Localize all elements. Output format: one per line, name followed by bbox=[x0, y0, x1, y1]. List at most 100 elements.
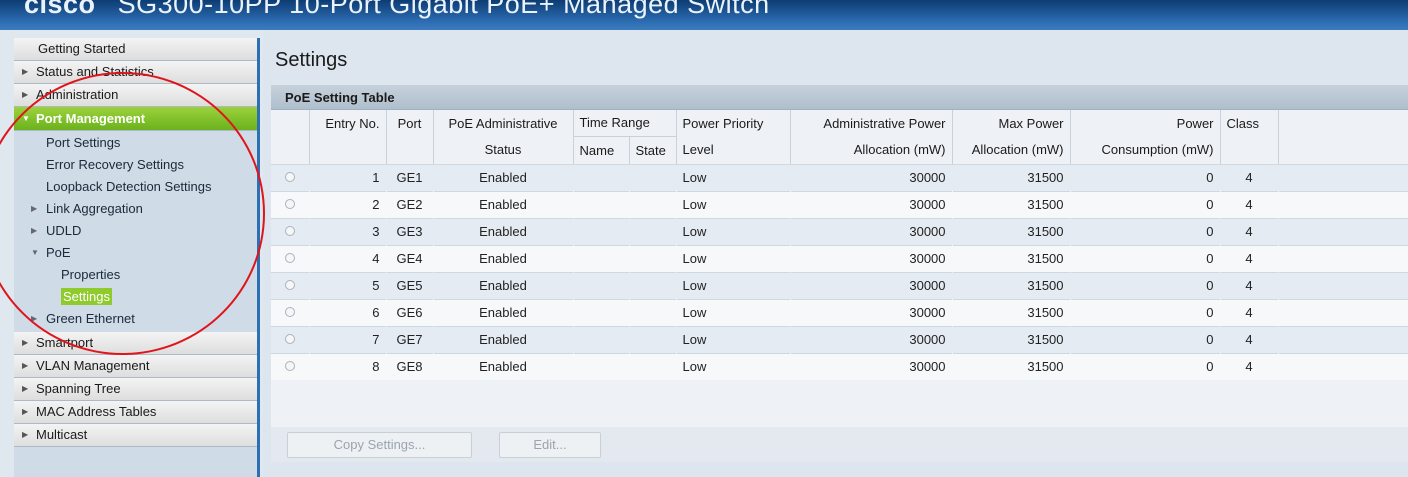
cell-max-power-allocation: 31500 bbox=[952, 353, 1071, 380]
cell-filler bbox=[1278, 299, 1408, 326]
cell-time-range-name bbox=[573, 353, 629, 380]
sidebar-item-multicast[interactable]: ▶ Multicast bbox=[14, 424, 257, 447]
sidebar-item-label: Multicast bbox=[36, 427, 88, 442]
cell-power-consumption: 0 bbox=[1070, 326, 1221, 353]
cell-admin-power-allocation: 30000 bbox=[790, 191, 953, 218]
copy-settings-button[interactable]: Copy Settings... bbox=[287, 432, 472, 458]
sidebar-item-getting-started[interactable]: Getting Started bbox=[14, 38, 257, 61]
cell-port: GE6 bbox=[386, 299, 433, 326]
row-select-radio[interactable] bbox=[284, 280, 295, 290]
row-select-cell bbox=[271, 272, 309, 299]
sidebar-item-label: VLAN Management bbox=[36, 358, 150, 373]
sidebar-item-label: Spanning Tree bbox=[36, 381, 121, 396]
row-select-radio[interactable] bbox=[284, 253, 295, 263]
cell-entry-no: 5 bbox=[309, 272, 386, 299]
cell-time-range-state bbox=[629, 326, 677, 353]
cell-port: GE1 bbox=[386, 164, 433, 191]
sidebar-item-udld[interactable]: ▶ UDLD bbox=[14, 220, 257, 242]
sidebar-item-error-recovery[interactable]: Error Recovery Settings bbox=[14, 154, 257, 176]
sidebar-item-port-settings[interactable]: Port Settings bbox=[14, 132, 257, 154]
sidebar-item-smartport[interactable]: ▶ Smartport bbox=[14, 332, 257, 355]
row-select-radio[interactable] bbox=[284, 361, 295, 372]
cell-entry-no: 3 bbox=[309, 218, 386, 245]
triangle-down-icon: ▼ bbox=[31, 248, 39, 257]
row-select-radio[interactable] bbox=[284, 226, 295, 236]
sidebar-item-status-statistics[interactable]: ▶ Status and Statistics bbox=[14, 61, 257, 84]
sidebar-item-administration[interactable]: ▶ Administration bbox=[14, 84, 257, 107]
cell-port: GE2 bbox=[386, 191, 433, 218]
filler-column bbox=[1278, 110, 1408, 164]
table-row[interactable]: 5 GE5 Enabled Low 30000 31500 0 4 bbox=[271, 272, 1408, 299]
row-select-cell bbox=[271, 299, 309, 326]
cell-filler bbox=[1278, 191, 1408, 218]
sidebar-item-mac-address-tables[interactable]: ▶ MAC Address Tables bbox=[14, 401, 257, 424]
cell-class: 4 bbox=[1220, 164, 1279, 191]
sidebar-item-vlan-management[interactable]: ▶ VLAN Management bbox=[14, 355, 257, 378]
triangle-right-icon: ▶ bbox=[31, 314, 38, 323]
cell-time-range-state bbox=[629, 191, 677, 218]
triangle-right-icon: ▶ bbox=[22, 430, 29, 439]
cell-time-range-state bbox=[629, 353, 677, 380]
cell-power-priority: Low bbox=[676, 353, 791, 380]
table-row[interactable]: 3 GE3 Enabled Low 30000 31500 0 4 bbox=[271, 218, 1408, 245]
sidebar-item-label: Link Aggregation bbox=[46, 201, 143, 216]
table-row[interactable]: 7 GE7 Enabled Low 30000 31500 0 4 bbox=[271, 326, 1408, 353]
cell-max-power-allocation: 31500 bbox=[952, 218, 1071, 245]
sidebar-item-poe-properties[interactable]: Properties bbox=[14, 264, 257, 286]
cell-time-range-state bbox=[629, 218, 677, 245]
cell-admin-power-allocation: 30000 bbox=[790, 326, 953, 353]
row-select-radio[interactable] bbox=[284, 307, 295, 317]
cell-filler bbox=[1278, 353, 1408, 380]
cell-poe-admin-status: Enabled bbox=[433, 299, 573, 326]
sidebar-item-green-ethernet[interactable]: ▶ Green Ethernet bbox=[14, 308, 257, 330]
sidebar-item-poe[interactable]: ▼ PoE bbox=[14, 242, 257, 264]
triangle-right-icon: ▶ bbox=[22, 384, 29, 393]
table-row[interactable]: 6 GE6 Enabled Low 30000 31500 0 4 bbox=[271, 299, 1408, 326]
row-select-cell bbox=[271, 218, 309, 245]
poe-setting-table-panel: PoE Setting Table Entry No. Port PoE Adm… bbox=[271, 85, 1408, 430]
col-time-range-state: State bbox=[629, 136, 677, 164]
col-power-priority: Power Priority bbox=[676, 110, 791, 136]
col-class-sub bbox=[1220, 136, 1279, 164]
row-select-cell bbox=[271, 164, 309, 191]
cell-power-priority: Low bbox=[676, 272, 791, 299]
row-select-cell bbox=[271, 353, 309, 380]
edit-button[interactable]: Edit... bbox=[499, 432, 601, 458]
col-entry-no-sub bbox=[309, 136, 387, 164]
cell-class: 4 bbox=[1220, 245, 1279, 272]
col-admin-power: Administrative Power bbox=[790, 110, 953, 136]
cell-entry-no: 8 bbox=[309, 353, 386, 380]
cell-power-consumption: 0 bbox=[1070, 245, 1221, 272]
triangle-right-icon: ▶ bbox=[22, 67, 29, 76]
row-select-radio[interactable] bbox=[284, 172, 295, 182]
cell-port: GE5 bbox=[386, 272, 433, 299]
col-poe-admin-status: PoE Administrative bbox=[433, 110, 574, 136]
table-row[interactable]: 8 GE8 Enabled Low 30000 31500 0 4 bbox=[271, 353, 1408, 380]
cell-entry-no: 1 bbox=[309, 164, 386, 191]
sidebar-item-label: Administration bbox=[36, 87, 119, 102]
table-row[interactable]: 2 GE2 Enabled Low 30000 31500 0 4 bbox=[271, 191, 1408, 218]
sidebar-item-label: Smartport bbox=[36, 335, 94, 350]
row-select-radio[interactable] bbox=[284, 199, 295, 209]
triangle-down-icon: ▼ bbox=[22, 114, 30, 123]
main-content: Settings PoE Setting Table Entry No. Por… bbox=[263, 30, 1408, 477]
table-row[interactable]: 1 GE1 Enabled Low 30000 31500 0 4 bbox=[271, 164, 1408, 191]
row-select-radio[interactable] bbox=[284, 334, 295, 344]
sidebar-item-poe-settings[interactable]: Settings bbox=[14, 286, 257, 308]
cell-poe-admin-status: Enabled bbox=[433, 245, 573, 272]
sidebar-item-link-aggregation[interactable]: ▶ Link Aggregation bbox=[14, 198, 257, 220]
sidebar-item-label: Green Ethernet bbox=[46, 311, 135, 326]
col-max-power-line2: Allocation (mW) bbox=[952, 136, 1071, 164]
col-power-consumption: Power bbox=[1070, 110, 1221, 136]
cell-class: 4 bbox=[1220, 272, 1279, 299]
col-time-range: Time Range bbox=[573, 110, 677, 137]
table-row[interactable]: 4 GE4 Enabled Low 30000 31500 0 4 bbox=[271, 245, 1408, 272]
triangle-right-icon: ▶ bbox=[22, 90, 29, 99]
sidebar-item-loopback-detection[interactable]: Loopback Detection Settings bbox=[14, 176, 257, 198]
sidebar-item-label: UDLD bbox=[46, 223, 82, 238]
cell-admin-power-allocation: 30000 bbox=[790, 353, 953, 380]
sidebar-item-spanning-tree[interactable]: ▶ Spanning Tree bbox=[14, 378, 257, 401]
cell-filler bbox=[1278, 272, 1408, 299]
cisco-logo: cisco bbox=[24, 0, 96, 19]
sidebar-item-port-management[interactable]: ▼ Port Management bbox=[14, 107, 257, 131]
